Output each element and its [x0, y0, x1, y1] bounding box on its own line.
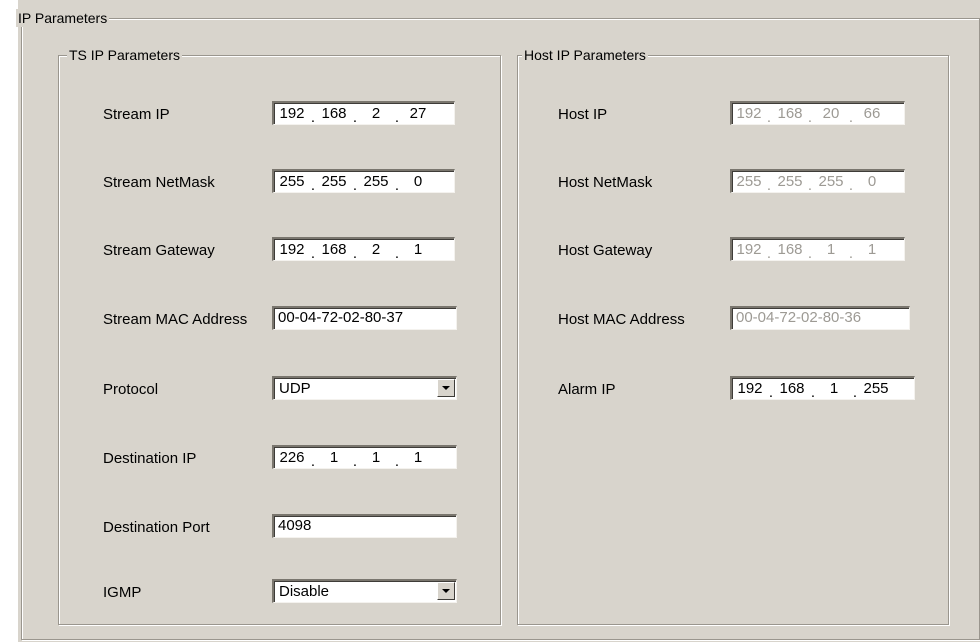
host-gateway-label: Host Gateway — [558, 242, 653, 259]
alarm-ip-octet-1[interactable]: 192 — [733, 379, 767, 399]
stream-netmask-octet-1[interactable]: 255 — [275, 172, 309, 192]
host-ip-parameters-group: Host IP Parameters — [517, 46, 949, 625]
stream-netmask-octet-2[interactable]: 255 — [317, 172, 351, 192]
octet-separator: . — [807, 109, 813, 125]
ip-parameters-title: IP Parameters — [16, 9, 110, 27]
octet-separator: . — [807, 177, 813, 193]
host-ip-label: Host IP — [558, 106, 608, 123]
host-gateway-octet-2: 168 — [777, 241, 803, 258]
host-netmask-label: Host NetMask — [558, 174, 653, 191]
destination-ip-label: Destination IP — [103, 450, 197, 467]
host-mac-value: 00-04-72-02-80-36 — [736, 309, 862, 326]
stream-gateway-label: Stream Gateway — [103, 242, 215, 259]
alarm-ip-octet-3[interactable]: 1 — [817, 379, 851, 399]
stream-gateway-octet-1[interactable]: 192 — [275, 240, 309, 260]
host-gateway-field: 192 . 168 . 1 . 1 — [730, 237, 905, 261]
host-gateway-octet-1: 192 — [736, 241, 762, 258]
alarm-ip-field[interactable]: 192 . 168 . 1 . 255 — [730, 376, 915, 400]
ts-ip-parameters-title: TS IP Parameters — [67, 46, 183, 64]
octet-separator: . — [310, 177, 316, 193]
host-netmask-octet-2: 255 — [777, 173, 803, 190]
igmp-label: IGMP — [103, 584, 142, 601]
octet-separator: . — [848, 245, 854, 261]
octet-separator: . — [394, 109, 400, 125]
host-ip-octet-2: 168 — [777, 105, 803, 122]
host-ip-octet-4: 66 — [863, 105, 881, 122]
ip-parameters-panel: IP Parameters TS IP Parameters Host IP P… — [16, 0, 980, 642]
destination-ip-field[interactable]: 226 . 1 . 1 . 1 — [272, 445, 457, 469]
destination-ip-octet-1[interactable]: 226 — [275, 448, 309, 468]
destination-ip-octet-2[interactable]: 1 — [317, 448, 351, 468]
stream-gateway-octet-2[interactable]: 168 — [317, 240, 351, 260]
alarm-ip-octet-4[interactable]: 255 — [859, 379, 893, 399]
host-netmask-octet-1: 255 — [736, 173, 762, 190]
destination-port-value: 4098 — [278, 517, 312, 534]
octet-separator: . — [848, 177, 854, 193]
octet-separator: . — [394, 245, 400, 261]
host-mac-input: 00-04-72-02-80-36 — [730, 306, 910, 330]
stream-ip-octet-2[interactable]: 168 — [317, 104, 351, 124]
octet-separator: . — [766, 245, 772, 261]
octet-separator: . — [352, 453, 358, 469]
igmp-dropdown-button[interactable] — [437, 582, 455, 600]
stream-ip-label: Stream IP — [103, 106, 170, 123]
destination-port-label: Destination Port — [103, 519, 210, 536]
octet-separator: . — [394, 453, 400, 469]
host-netmask-octet-3: 255 — [818, 173, 844, 190]
protocol-dropdown-button[interactable] — [437, 379, 455, 397]
octet-separator: . — [852, 384, 858, 400]
octet-separator: . — [766, 109, 772, 125]
stream-ip-octet-1[interactable]: 192 — [275, 104, 309, 124]
host-gateway-octet-4: 1 — [867, 241, 877, 258]
stream-mac-label: Stream MAC Address — [103, 311, 248, 328]
host-netmask-field: 255 . 255 . 255 . 0 — [730, 169, 905, 193]
host-ip-parameters-title: Host IP Parameters — [522, 46, 648, 64]
stream-ip-octet-3[interactable]: 2 — [359, 104, 393, 124]
alarm-ip-octet-2[interactable]: 168 — [775, 379, 809, 399]
octet-separator: . — [310, 109, 316, 125]
stream-netmask-field[interactable]: 255 . 255 . 255 . 0 — [272, 169, 455, 193]
stream-netmask-label: Stream NetMask — [103, 174, 215, 191]
octet-separator: . — [810, 384, 816, 400]
protocol-select[interactable]: UDP — [272, 376, 457, 400]
octet-separator: . — [310, 453, 316, 469]
stream-ip-field[interactable]: 192 . 168 . 2 . 27 — [272, 101, 455, 125]
octet-separator: . — [807, 245, 813, 261]
octet-separator: . — [310, 245, 316, 261]
igmp-select[interactable]: Disable — [272, 579, 457, 603]
alarm-ip-label: Alarm IP — [558, 381, 616, 398]
stream-gateway-octet-3[interactable]: 2 — [359, 240, 393, 260]
host-netmask-octet-4: 0 — [867, 173, 877, 190]
octet-separator: . — [766, 177, 772, 193]
stream-netmask-octet-4[interactable]: 0 — [401, 172, 435, 192]
host-ip-octet-1: 192 — [736, 105, 762, 122]
igmp-selected-value: Disable — [279, 583, 330, 600]
host-ip-octet-3: 20 — [822, 105, 840, 122]
octet-separator: . — [394, 177, 400, 193]
octet-separator: . — [768, 384, 774, 400]
octet-separator: . — [352, 177, 358, 193]
chevron-down-icon — [442, 589, 450, 593]
octet-separator: . — [352, 245, 358, 261]
protocol-label: Protocol — [103, 381, 159, 398]
octet-separator: . — [352, 109, 358, 125]
host-gateway-octet-3: 1 — [826, 241, 836, 258]
stream-gateway-octet-4[interactable]: 1 — [401, 240, 435, 260]
ts-ip-parameters-group: TS IP Parameters — [58, 46, 501, 625]
host-mac-label: Host MAC Address — [558, 311, 685, 328]
octet-separator: . — [848, 109, 854, 125]
destination-ip-octet-4[interactable]: 1 — [401, 448, 435, 468]
destination-ip-octet-3[interactable]: 1 — [359, 448, 393, 468]
stream-mac-value: 00-04-72-02-80-37 — [278, 309, 404, 326]
host-ip-field: 192 . 168 . 20 . 66 — [730, 101, 905, 125]
protocol-selected-value: UDP — [279, 380, 311, 397]
stream-netmask-octet-3[interactable]: 255 — [359, 172, 393, 192]
destination-port-input[interactable]: 4098 — [272, 514, 457, 538]
stream-gateway-field[interactable]: 192 . 168 . 2 . 1 — [272, 237, 455, 261]
stream-mac-input[interactable]: 00-04-72-02-80-37 — [272, 306, 457, 330]
chevron-down-icon — [442, 386, 450, 390]
stream-ip-octet-4[interactable]: 27 — [401, 104, 435, 124]
